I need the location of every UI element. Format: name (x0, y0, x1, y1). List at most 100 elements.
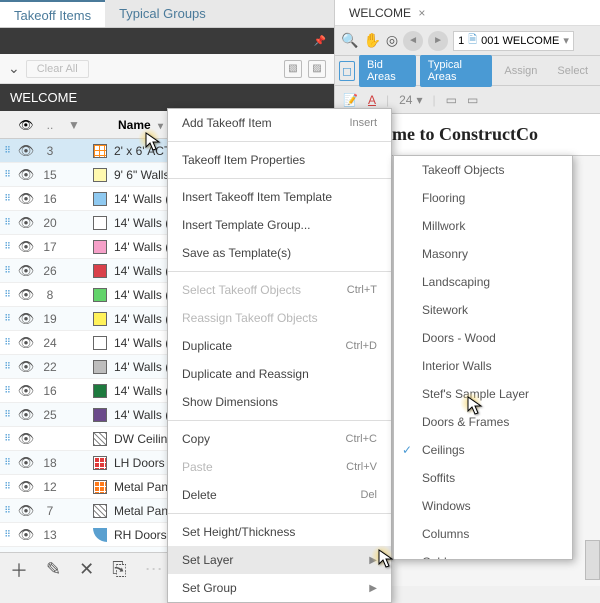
drag-handle-icon[interactable]: ⠿ (0, 241, 14, 252)
stroke-icon[interactable]: ▭ (467, 93, 478, 107)
menu-item[interactable]: Takeoff Item Properties (168, 146, 391, 174)
area-icon[interactable]: ◻ (339, 61, 355, 81)
filter-icon[interactable]: ▼ (62, 118, 86, 132)
close-icon[interactable]: × (418, 6, 425, 20)
edit-icon[interactable]: ✎ (46, 559, 61, 580)
visibility-icon[interactable]: 👁 (14, 527, 38, 543)
fill-icon[interactable]: ▭ (446, 93, 457, 107)
menu-item[interactable]: Set Height/Thickness (168, 518, 391, 546)
select-button[interactable]: Select (549, 61, 596, 81)
drag-handle-icon[interactable]: ⠿ (0, 433, 14, 444)
tab-takeoff-items[interactable]: Takeoff Items (0, 0, 105, 27)
drag-handle-icon[interactable]: ⠿ (0, 289, 14, 300)
drag-handle-icon[interactable]: ⠿ (0, 529, 14, 540)
menu-item[interactable]: DuplicateCtrl+D (168, 332, 391, 360)
visibility-icon[interactable]: 👁 (14, 431, 38, 447)
bid-areas-button[interactable]: Bid Areas (359, 55, 416, 87)
target-icon[interactable]: ◎ (386, 32, 398, 49)
menu-item[interactable]: Duplicate and Reassign (168, 360, 391, 388)
col-visibility[interactable]: 👁 (14, 118, 38, 132)
drag-handle-icon[interactable]: ⠿ (0, 361, 14, 372)
typical-areas-button[interactable]: Typical Areas (420, 55, 493, 87)
layer-item[interactable]: Columns (394, 520, 572, 548)
visibility-icon[interactable]: 👁 (14, 167, 38, 183)
menu-item[interactable]: Insert Template Group... (168, 211, 391, 239)
visibility-icon[interactable]: 👁 (14, 239, 38, 255)
light-toolbar: ⌄ Clear All ▧ ▨ (0, 54, 334, 84)
visibility-icon[interactable]: 👁 (14, 359, 38, 375)
assign-button[interactable]: Assign (496, 61, 545, 81)
add-icon[interactable]: ＋ (10, 557, 28, 583)
visibility-icon[interactable]: 👁 (14, 287, 38, 303)
chevron-down-icon[interactable]: ▾ (416, 93, 422, 107)
col-number[interactable]: .. (38, 118, 62, 132)
menu-item[interactable]: Set Group▶ (168, 574, 391, 602)
next-page-icon[interactable]: ► (428, 31, 448, 51)
drag-handle-icon[interactable]: ⠿ (0, 385, 14, 396)
font-color-icon[interactable]: A (368, 93, 376, 107)
visibility-icon[interactable]: 👁 (14, 335, 38, 351)
visibility-icon[interactable]: 👁 (14, 455, 38, 471)
layer-item[interactable]: Millwork (394, 212, 572, 240)
drag-handle-icon[interactable]: ⠿ (0, 337, 14, 348)
text-icon[interactable]: 📝 (343, 93, 358, 107)
sort-icon[interactable]: ▾ (158, 121, 163, 132)
visibility-icon[interactable]: 👁 (14, 215, 38, 231)
prev-page-icon[interactable]: ◄ (403, 31, 423, 51)
menu-item[interactable]: Show Dimensions (168, 388, 391, 416)
clear-all-button[interactable]: Clear All (26, 60, 89, 78)
visibility-icon[interactable]: 👁 (14, 191, 38, 207)
drag-handle-icon[interactable]: ⠿ (0, 457, 14, 468)
tab-typical-groups[interactable]: Typical Groups (105, 0, 220, 27)
page-selector[interactable]: 1 🗎 001 WELCOME ▾ (453, 31, 574, 51)
chevron-down-icon[interactable]: ⌄ (8, 60, 20, 77)
layer-item[interactable]: Soffits (394, 464, 572, 492)
layer-item[interactable]: Masonry (394, 240, 572, 268)
menu-item[interactable]: Add Takeoff ItemInsert (168, 109, 391, 137)
drag-handle-icon[interactable]: ⠿ (0, 481, 14, 492)
menu-item[interactable]: Set Layer▶ (168, 546, 391, 574)
visibility-icon[interactable]: 👁 (14, 263, 38, 279)
layer-item[interactable]: Ceilings (394, 436, 572, 464)
drag-handle-icon[interactable]: ⠿ (0, 145, 14, 156)
layer-item[interactable]: Doors - Wood (394, 324, 572, 352)
layer-item[interactable]: Sitework (394, 296, 572, 324)
drag-handle-icon[interactable]: ⠿ (0, 169, 14, 180)
image-icon-2[interactable]: ▨ (308, 60, 326, 78)
drag-handle-icon[interactable]: ⠿ (0, 265, 14, 276)
image-icon-1[interactable]: ▧ (284, 60, 302, 78)
delete-icon[interactable]: ✕ (79, 559, 94, 580)
drag-handle-icon[interactable]: ⠿ (0, 217, 14, 228)
layer-item[interactable]: Flooring (394, 184, 572, 212)
layer-item[interactable]: Interior Walls (394, 352, 572, 380)
copy-icon[interactable]: ⎘ (112, 559, 126, 580)
menu-item[interactable]: DeleteDel (168, 481, 391, 509)
drag-handle-icon[interactable]: ⠿ (0, 313, 14, 324)
font-size-select[interactable]: 24 ▾ (399, 93, 422, 107)
visibility-icon[interactable]: 👁 (14, 143, 38, 159)
layer-item[interactable]: Doors & Frames (394, 408, 572, 436)
layer-item[interactable]: Landscaping (394, 268, 572, 296)
layer-item[interactable]: Cable (394, 548, 572, 560)
visibility-icon[interactable]: 👁 (14, 503, 38, 519)
right-tab-welcome[interactable]: WELCOME × (343, 2, 431, 24)
layer-item[interactable]: Windows (394, 492, 572, 520)
visibility-icon[interactable]: 👁 (14, 479, 38, 495)
pin-icon[interactable]: 📌 (314, 36, 326, 47)
visibility-icon[interactable]: 👁 (14, 383, 38, 399)
drag-handle-icon[interactable]: ⠿ (0, 409, 14, 420)
search-icon[interactable]: 🔍 (341, 32, 358, 49)
layer-item[interactable]: Takeoff Objects (394, 156, 572, 184)
drag-handle-icon[interactable]: ⠿ (0, 505, 14, 516)
pan-icon[interactable]: ✋ (363, 32, 380, 49)
drag-handle-icon[interactable]: ⠿ (0, 193, 14, 204)
visibility-icon[interactable]: 👁 (14, 311, 38, 327)
layer-item[interactable]: Stef's Sample Layer (394, 380, 572, 408)
menu-item[interactable]: Save as Template(s) (168, 239, 391, 267)
scrollbar[interactable] (585, 540, 600, 580)
menu-item[interactable]: Insert Takeoff Item Template (168, 183, 391, 211)
menu-item[interactable]: CopyCtrl+C (168, 425, 391, 453)
more-icon[interactable]: ⋯ (145, 559, 163, 580)
dropdown-icon[interactable]: ▾ (563, 34, 569, 47)
visibility-icon[interactable]: 👁 (14, 407, 38, 423)
